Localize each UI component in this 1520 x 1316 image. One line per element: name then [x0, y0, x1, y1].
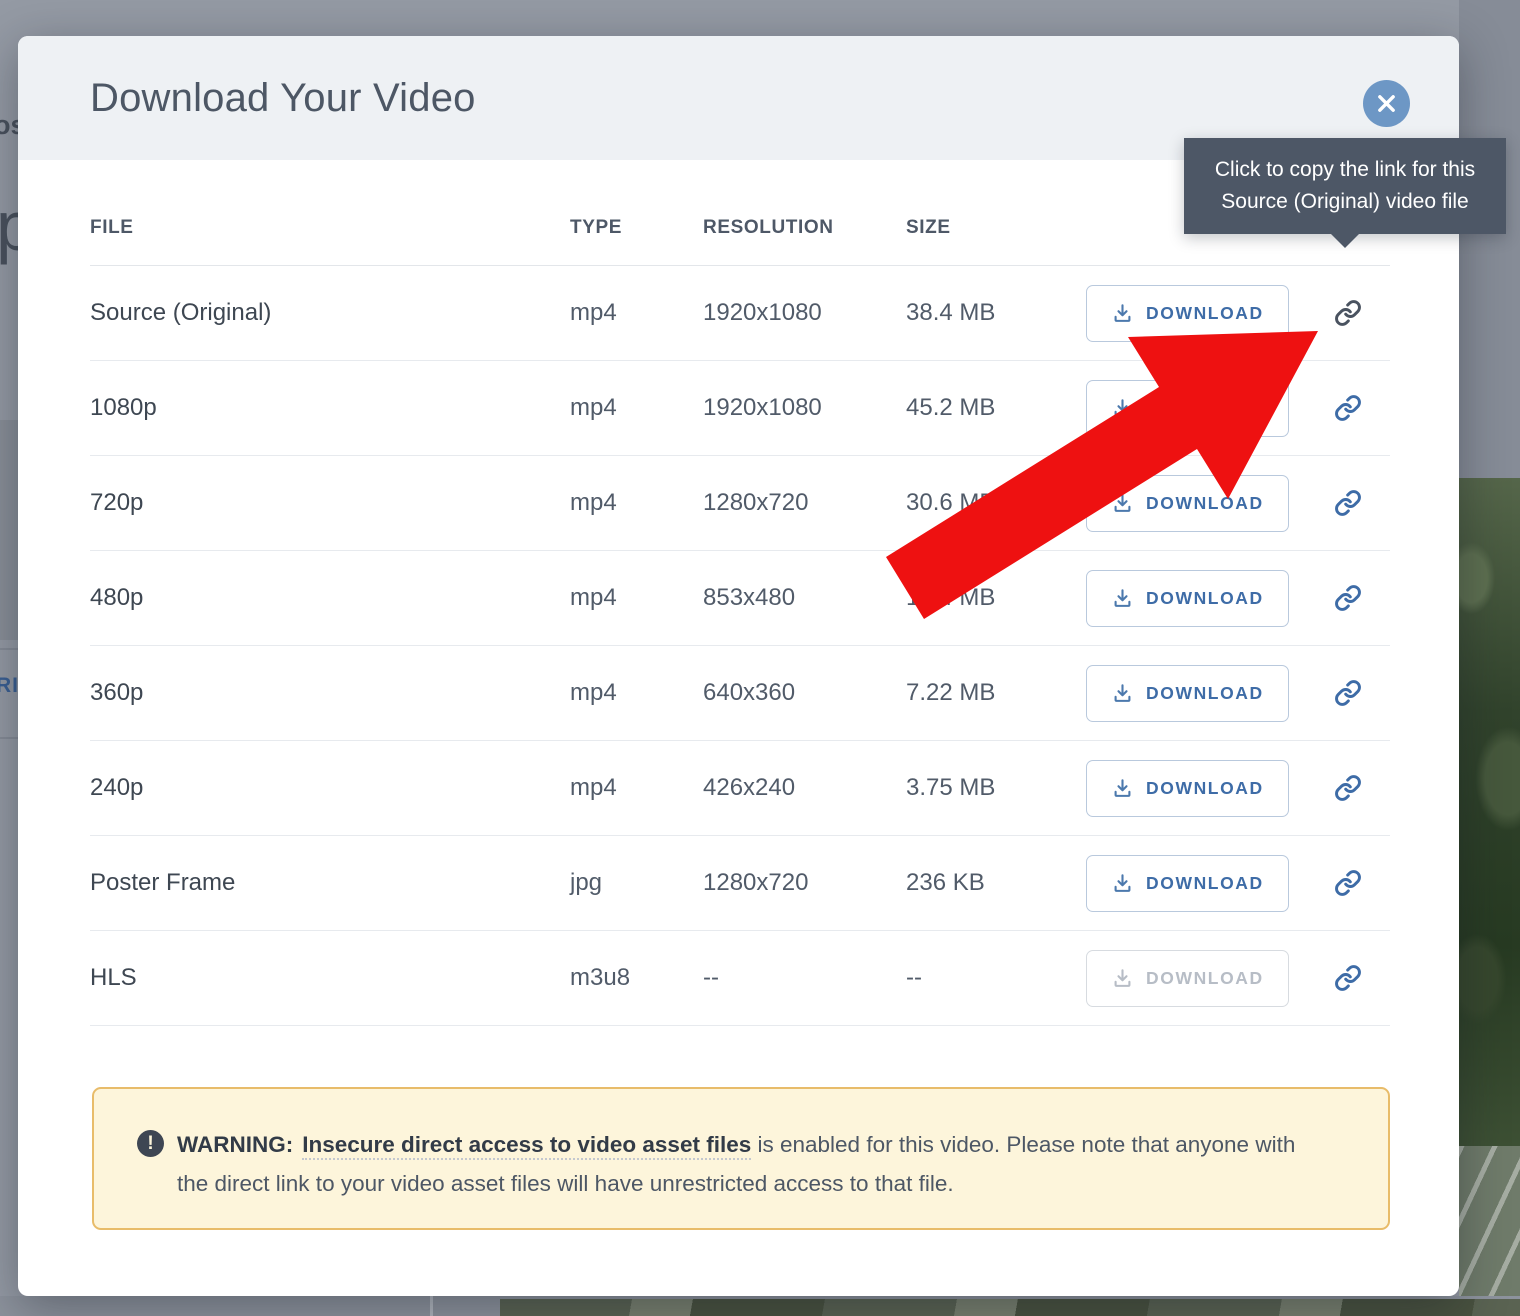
download-button[interactable]: DOWNLOAD — [1086, 285, 1289, 342]
file-type: mp4 — [570, 584, 703, 612]
column-header-resolution: RESOLUTION — [703, 217, 906, 239]
background-divider — [430, 1296, 433, 1316]
copy-link-button[interactable] — [1331, 676, 1365, 710]
column-header-type: TYPE — [570, 217, 703, 239]
file-name: 1080p — [90, 394, 570, 422]
copy-link-button[interactable] — [1331, 866, 1365, 900]
table-row: 1080p mp4 1920x1080 45.2 MB DOWNLOAD — [90, 361, 1390, 456]
link-icon — [1334, 489, 1362, 517]
download-icon — [1111, 302, 1134, 325]
table-row: Poster Frame jpg 1280x720 236 KB DOWNLOA… — [90, 836, 1390, 931]
copy-link-tooltip: Click to copy the link for this Source (… — [1184, 138, 1506, 234]
download-button[interactable]: DOWNLOAD — [1086, 760, 1289, 817]
modal-title: Download Your Video — [90, 76, 476, 121]
download-icon — [1111, 682, 1134, 705]
file-size: 45.2 MB — [906, 394, 1086, 422]
copy-link-button[interactable] — [1331, 961, 1365, 995]
file-resolution: 640x360 — [703, 679, 906, 707]
download-button[interactable]: DOWNLOAD — [1086, 570, 1289, 627]
link-icon — [1334, 774, 1362, 802]
link-icon — [1334, 299, 1362, 327]
file-type: mp4 — [570, 299, 703, 327]
file-type: m3u8 — [570, 964, 703, 992]
link-icon — [1334, 394, 1362, 422]
close-icon — [1377, 94, 1396, 113]
file-resolution: 1280x720 — [703, 489, 906, 517]
copy-link-button[interactable] — [1331, 486, 1365, 520]
file-name: 360p — [90, 679, 570, 707]
background-band — [0, 420, 18, 640]
file-resolution: 853x480 — [703, 584, 906, 612]
copy-link-button[interactable] — [1331, 296, 1365, 330]
background-divider — [0, 737, 18, 739]
background-video-strip — [500, 1299, 1520, 1316]
close-button[interactable] — [1363, 80, 1410, 127]
table-row: 360p mp4 640x360 7.22 MB DOWNLOAD — [90, 646, 1390, 741]
table-row: 720p mp4 1280x720 30.6 MB DOWNLOAD — [90, 456, 1390, 551]
link-icon — [1334, 869, 1362, 897]
file-size: 7.22 MB — [906, 679, 1086, 707]
file-type: mp4 — [570, 489, 703, 517]
table-row: HLS m3u8 -- -- DOWNLOAD — [90, 931, 1390, 1026]
download-icon — [1111, 587, 1134, 610]
table-row: 480p mp4 853x480 10.4 MB DOWNLOAD — [90, 551, 1390, 646]
download-button[interactable]: DOWNLOAD — [1086, 665, 1289, 722]
file-resolution: 1920x1080 — [703, 299, 906, 327]
copy-link-button[interactable] — [1331, 771, 1365, 805]
file-type: jpg — [570, 869, 703, 897]
link-icon — [1334, 584, 1362, 612]
download-icon — [1111, 777, 1134, 800]
file-resolution: 426x240 — [703, 774, 906, 802]
file-size: 38.4 MB — [906, 299, 1086, 327]
download-button[interactable]: DOWNLOAD — [1086, 855, 1289, 912]
file-type: mp4 — [570, 679, 703, 707]
table-row: 240p mp4 426x240 3.75 MB DOWNLOAD — [90, 741, 1390, 836]
download-icon — [1111, 397, 1134, 420]
warning-label: WARNING: — [177, 1132, 293, 1157]
table-row: Source (Original) mp4 1920x1080 38.4 MB … — [90, 266, 1390, 361]
file-resolution: 1280x720 — [703, 869, 906, 897]
download-button-disabled: DOWNLOAD — [1086, 950, 1289, 1007]
file-type: mp4 — [570, 774, 703, 802]
download-button[interactable]: DOWNLOAD — [1086, 380, 1289, 437]
copy-link-button[interactable] — [1331, 581, 1365, 615]
file-name: 240p — [90, 774, 570, 802]
file-name: Source (Original) — [90, 299, 570, 327]
warning-text: WARNING: Insecure direct access to video … — [177, 1125, 1298, 1203]
background-divider — [0, 648, 18, 650]
download-icon — [1111, 492, 1134, 515]
warning-icon: ! — [137, 1130, 164, 1157]
file-name: 480p — [90, 584, 570, 612]
file-resolution: 1920x1080 — [703, 394, 906, 422]
background-tab-fragment: RI — [0, 674, 19, 698]
file-name: 720p — [90, 489, 570, 517]
file-size: 30.6 MB — [906, 489, 1086, 517]
file-size: 10.4 MB — [906, 584, 1086, 612]
file-name: Poster Frame — [90, 869, 570, 897]
warning-banner: ! WARNING: Insecure direct access to vide… — [92, 1087, 1390, 1230]
download-button[interactable]: DOWNLOAD — [1086, 475, 1289, 532]
file-size: 236 KB — [906, 869, 1086, 897]
copy-link-button[interactable] — [1331, 391, 1365, 425]
file-type: mp4 — [570, 394, 703, 422]
column-header-file: FILE — [90, 217, 570, 239]
file-resolution: -- — [703, 964, 906, 992]
warning-emphasis: Insecure direct access to video asset fi… — [302, 1132, 751, 1160]
file-size: -- — [906, 964, 1086, 992]
download-icon — [1111, 967, 1134, 990]
file-size: 3.75 MB — [906, 774, 1086, 802]
download-icon — [1111, 872, 1134, 895]
column-header-size: SIZE — [906, 217, 1086, 239]
file-name: HLS — [90, 964, 570, 992]
link-icon — [1334, 964, 1362, 992]
file-table: FILE TYPE RESOLUTION SIZE Source (Origin… — [90, 160, 1390, 1026]
link-icon — [1334, 679, 1362, 707]
